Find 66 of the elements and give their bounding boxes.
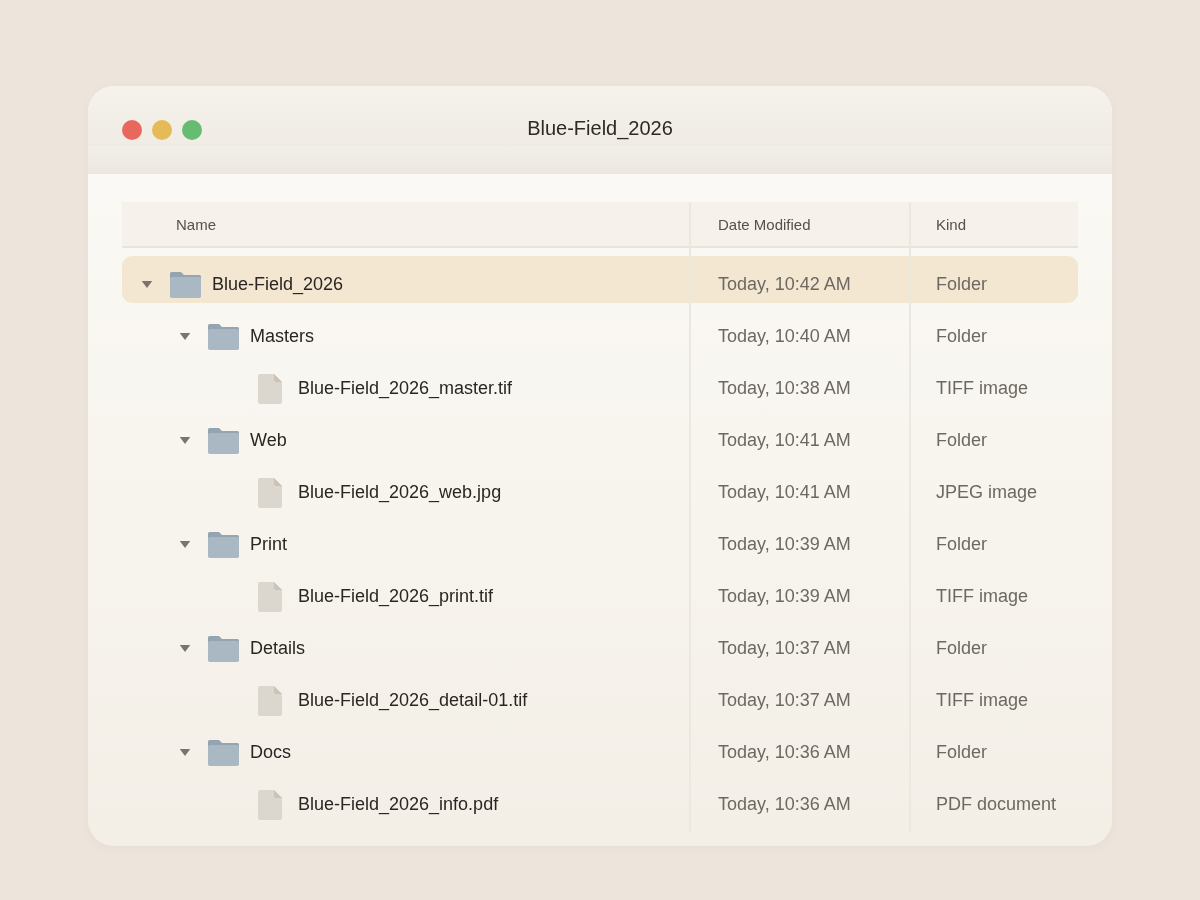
item-kind: Folder xyxy=(936,534,988,554)
folder-icon xyxy=(208,427,239,454)
item-name: Docs xyxy=(250,742,291,763)
modified-date: Today, 10:40 AM xyxy=(718,326,851,346)
window-title: Blue-Field_2026 xyxy=(527,116,673,140)
item-kind: JPEG image xyxy=(936,482,1038,502)
item-name: Blue-Field_2026_detail-01.tif xyxy=(298,690,528,711)
file-list-row[interactable]: Masters Today, 10:40 AM Folder xyxy=(122,308,1078,355)
item-name: Masters xyxy=(250,326,314,347)
folder-icon xyxy=(208,323,239,350)
item-kind: TIFF image xyxy=(936,378,1028,398)
caret-icon[interactable] xyxy=(141,281,153,288)
file-icon xyxy=(258,373,282,404)
caret-icon[interactable] xyxy=(179,749,191,756)
file-icon xyxy=(258,685,282,716)
caret-icon[interactable] xyxy=(179,333,191,340)
item-kind: Folder xyxy=(936,638,988,658)
item-name: Blue-Field_2026_master.tif xyxy=(298,378,513,399)
file-list-row[interactable]: Blue-Field_2026_web.jpg Today, 10:41 AM JPEG image xyxy=(122,464,1078,511)
file-icon xyxy=(258,789,282,820)
file-list-row[interactable]: Blue-Field_2026_master.tif Today, 10:38 AM TIFF image xyxy=(122,360,1078,407)
modified-date: Today, 10:42 AM xyxy=(718,274,851,294)
column-header[interactable]: Name xyxy=(176,215,216,233)
item-kind: Folder xyxy=(936,430,988,450)
folder-icon xyxy=(170,271,201,298)
file-list-row[interactable]: Docs Today, 10:36 AM Folder xyxy=(122,724,1078,771)
file-list-row[interactable]: Details Today, 10:37 AM Folder xyxy=(122,620,1078,667)
file-list-row[interactable]: Blue-Field_2026 Today, 10:42 AM Folder xyxy=(122,256,1078,303)
item-name: Blue-Field_2026_print.tif xyxy=(298,586,494,607)
modified-date: Today, 10:36 AM xyxy=(718,794,851,814)
modified-date: Today, 10:37 AM xyxy=(718,638,851,658)
item-kind: TIFF image xyxy=(936,690,1028,710)
modified-date: Today, 10:37 AM xyxy=(718,690,851,710)
file-list-row[interactable]: Blue-Field_2026_detail-01.tif Today, 10:37 AM TIFF image xyxy=(122,672,1078,719)
caret-icon[interactable] xyxy=(179,645,191,652)
column-header[interactable]: Date Modified xyxy=(718,215,811,233)
folder-icon xyxy=(208,739,239,766)
modified-date: Today, 10:39 AM xyxy=(718,534,851,554)
item-name: Web xyxy=(250,430,287,451)
modified-date: Today, 10:36 AM xyxy=(718,742,851,762)
file-list-row[interactable]: Blue-Field_2026_print.tif Today, 10:39 AM TIFF image xyxy=(122,568,1078,615)
item-name: Blue-Field_2026 xyxy=(212,274,344,295)
item-name: Print xyxy=(250,534,287,555)
modified-date: Today, 10:41 AM xyxy=(718,482,851,502)
caret-icon[interactable] xyxy=(179,541,191,548)
folder-icon xyxy=(208,635,239,662)
item-name: Blue-Field_2026_web.jpg xyxy=(298,482,502,503)
modified-date: Today, 10:41 AM xyxy=(718,430,851,450)
item-kind: Folder xyxy=(936,274,988,294)
folder-icon xyxy=(208,531,239,558)
item-name: Blue-Field_2026_info.pdf xyxy=(298,794,499,815)
file-icon xyxy=(258,477,282,508)
close-button[interactable] xyxy=(122,120,142,140)
file-list-row[interactable]: Web Today, 10:41 AM Folder xyxy=(122,412,1078,459)
item-kind: Folder xyxy=(936,742,988,762)
file-icon xyxy=(258,581,282,612)
caret-icon[interactable] xyxy=(179,437,191,444)
file-list-row[interactable]: Print Today, 10:39 AM Folder xyxy=(122,516,1078,563)
file-list-row[interactable]: Blue-Field_2026_info.pdf Today, 10:36 AM PDF document xyxy=(122,776,1078,823)
item-kind: TIFF image xyxy=(936,586,1028,606)
item-kind: Folder xyxy=(936,326,988,346)
item-name: Details xyxy=(250,638,306,659)
item-kind: PDF document xyxy=(936,794,1057,814)
modified-date: Today, 10:39 AM xyxy=(718,586,851,606)
column-header[interactable]: Kind xyxy=(936,215,967,233)
modified-date: Today, 10:38 AM xyxy=(718,378,851,398)
